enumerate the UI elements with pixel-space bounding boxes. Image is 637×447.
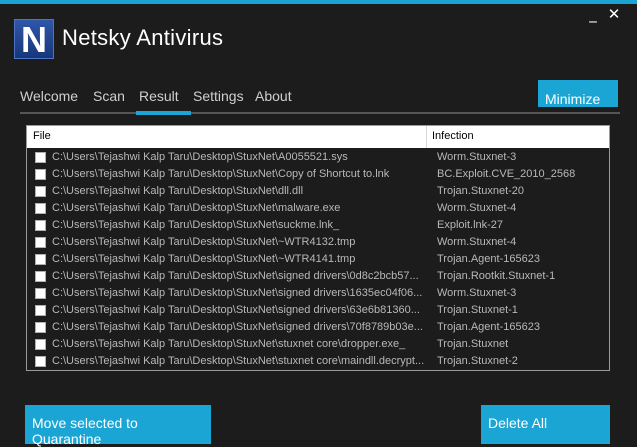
infection-name: Trojan.Stuxnet-20 [437,185,525,197]
tab-welcome[interactable]: Welcome [20,88,78,104]
row-checkbox[interactable] [35,271,46,282]
infection-name: Trojan.Agent-165623 [437,253,540,265]
row-checkbox[interactable] [35,339,46,350]
table-row[interactable]: C:\Users\Tejashwi Kalp Taru\Desktop\Stux… [27,218,609,235]
row-checkbox[interactable] [35,186,46,197]
table-row[interactable]: C:\Users\Tejashwi Kalp Taru\Desktop\Stux… [27,320,609,337]
file-path: C:\Users\Tejashwi Kalp Taru\Desktop\Stux… [52,304,420,316]
row-checkbox[interactable] [35,220,46,231]
window-minimize-icon[interactable]: _ [585,6,601,22]
infection-name: Worm.Stuxnet-3 [437,287,517,299]
file-path: C:\Users\Tejashwi Kalp Taru\Desktop\Stux… [52,185,304,197]
row-checkbox[interactable] [35,356,46,367]
logo-letter: N [21,19,47,60]
row-checkbox[interactable] [35,288,46,299]
results-table: File Infection C:\Users\Tejashwi Kalp Ta… [26,125,610,371]
tab-settings[interactable]: Settings [193,88,244,104]
infection-name: Trojan.Rootkit.Stuxnet-1 [437,270,556,282]
table-row[interactable]: C:\Users\Tejashwi Kalp Taru\Desktop\Stux… [27,167,609,184]
table-row[interactable]: C:\Users\Tejashwi Kalp Taru\Desktop\Stux… [27,303,609,320]
file-path: C:\Users\Tejashwi Kalp Taru\Desktop\Stux… [52,202,341,214]
window-close-icon[interactable]: ✕ [606,6,622,22]
column-header-file[interactable]: File [33,130,51,142]
tab-divider [20,112,620,114]
app-title: Netsky Antivirus [62,25,224,50]
row-checkbox[interactable] [35,169,46,180]
row-checkbox[interactable] [35,203,46,214]
infection-name: BC.Exploit.CVE_2010_2568 [437,168,576,180]
table-row[interactable]: C:\Users\Tejashwi Kalp Taru\Desktop\Stux… [27,354,609,371]
table-row[interactable]: C:\Users\Tejashwi Kalp Taru\Desktop\Stux… [27,337,609,354]
infection-name: Worm.Stuxnet-4 [437,236,517,248]
table-row[interactable]: C:\Users\Tejashwi Kalp Taru\Desktop\Stux… [27,201,609,218]
file-path: C:\Users\Tejashwi Kalp Taru\Desktop\Stux… [52,151,348,163]
file-path: C:\Users\Tejashwi Kalp Taru\Desktop\Stux… [52,321,423,333]
row-checkbox[interactable] [35,254,46,265]
infection-name: Worm.Stuxnet-3 [437,151,517,163]
file-path: C:\Users\Tejashwi Kalp Taru\Desktop\Stux… [52,355,424,367]
column-separator[interactable] [426,126,427,148]
infection-name: Trojan.Stuxnet [437,338,509,350]
app-logo: N [14,19,54,60]
tab-active-indicator [136,111,191,115]
row-checkbox[interactable] [35,305,46,316]
file-path: C:\Users\Tejashwi Kalp Taru\Desktop\Stux… [52,338,406,350]
table-header: File Infection [27,126,609,148]
column-header-infection[interactable]: Infection [432,130,474,142]
file-path: C:\Users\Tejashwi Kalp Taru\Desktop\Stux… [52,236,356,248]
table-row[interactable]: C:\Users\Tejashwi Kalp Taru\Desktop\Stux… [27,235,609,252]
file-path: C:\Users\Tejashwi Kalp Taru\Desktop\Stux… [52,168,390,180]
row-checkbox[interactable] [35,237,46,248]
file-path: C:\Users\Tejashwi Kalp Taru\Desktop\Stux… [52,287,423,299]
infection-name: Trojan.Stuxnet-1 [437,304,518,316]
tab-about[interactable]: About [255,88,292,104]
infection-name: Exploit.lnk-27 [437,219,504,231]
row-checkbox[interactable] [35,152,46,163]
infection-name: Trojan.Stuxnet-2 [437,355,518,367]
table-row[interactable]: C:\Users\Tejashwi Kalp Taru\Desktop\Stux… [27,252,609,269]
table-row[interactable]: C:\Users\Tejashwi Kalp Taru\Desktop\Stux… [27,150,609,167]
move-to-quarantine-button[interactable]: Move selected to Quarantine [25,405,211,447]
infection-name: Worm.Stuxnet-4 [437,202,517,214]
table-row[interactable]: C:\Users\Tejashwi Kalp Taru\Desktop\Stux… [27,269,609,286]
file-path: C:\Users\Tejashwi Kalp Taru\Desktop\Stux… [52,219,340,231]
tab-scan[interactable]: Scan [93,88,125,104]
row-checkbox[interactable] [35,322,46,333]
minimize-button[interactable]: Minimize [538,80,618,107]
delete-all-button[interactable]: Delete All [481,405,610,444]
tab-result[interactable]: Result [139,88,179,104]
table-row[interactable]: C:\Users\Tejashwi Kalp Taru\Desktop\Stux… [27,286,609,303]
infection-name: Trojan.Agent-165623 [437,321,540,333]
file-path: C:\Users\Tejashwi Kalp Taru\Desktop\Stux… [52,270,419,282]
file-path: C:\Users\Tejashwi Kalp Taru\Desktop\Stux… [52,253,356,265]
table-row[interactable]: C:\Users\Tejashwi Kalp Taru\Desktop\Stux… [27,184,609,201]
window-top-accent-bar [0,0,637,4]
